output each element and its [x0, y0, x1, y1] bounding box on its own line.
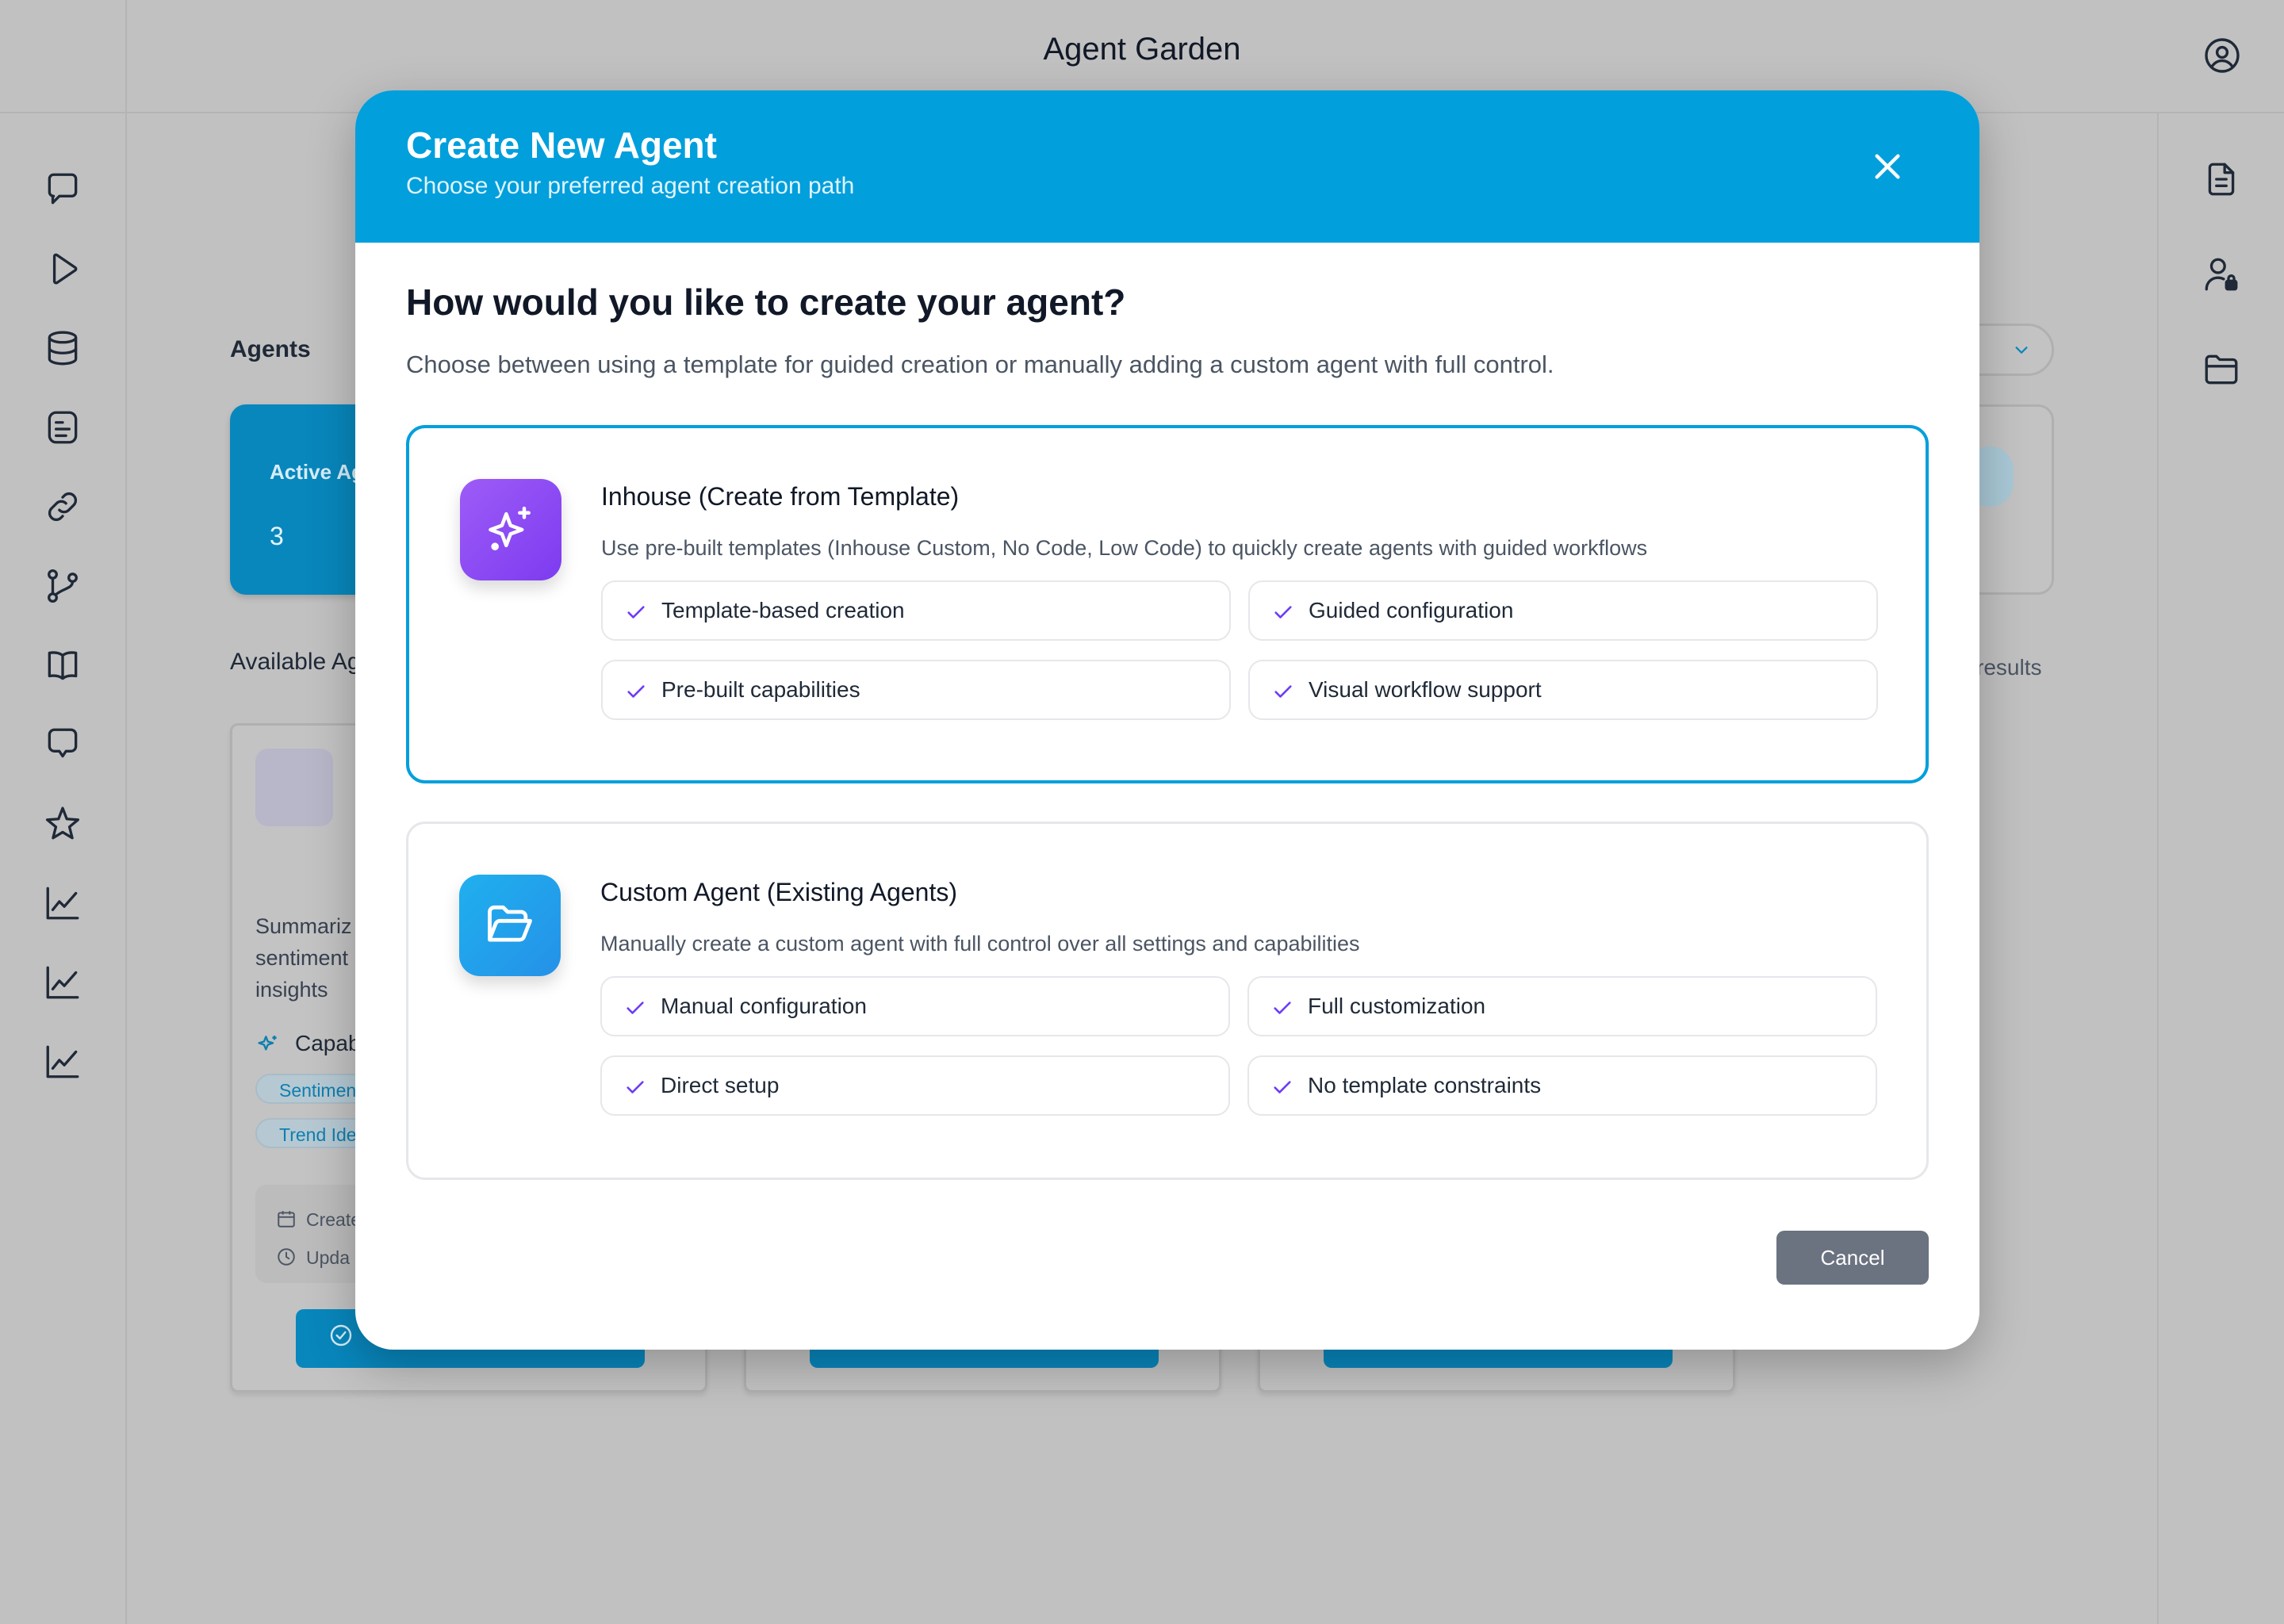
folder-open-icon: [488, 905, 532, 942]
chat-icon[interactable]: [43, 170, 82, 209]
document-icon[interactable]: [43, 408, 82, 447]
check-icon: [1274, 606, 1292, 619]
option-icon-tile: [459, 875, 561, 976]
git-branch-icon[interactable]: [43, 566, 82, 606]
create-agent-modal: Create New Agent Choose your preferred a…: [355, 90, 1979, 1350]
capabilities-text: Capab: [295, 1031, 361, 1055]
agent-description-line: insights: [255, 978, 328, 1002]
feature-label: No template constraints: [1308, 1073, 1542, 1097]
sparkles-icon: [258, 1036, 277, 1051]
feature-chip: Direct setup: [600, 1055, 1230, 1116]
chart-icon[interactable]: [43, 963, 82, 1002]
stat-label: Active Ag: [270, 460, 364, 484]
option-description: Use pre-built templates (Inhouse Custom,…: [601, 536, 1648, 560]
feature-chip: Pre-built capabilities: [601, 660, 1231, 720]
feature-chip: Manual configuration: [600, 976, 1230, 1036]
modal-intro: Choose between using a template for guid…: [406, 350, 1554, 378]
option-title: Inhouse (Create from Template): [601, 482, 960, 511]
feature-chip: No template constraints: [1247, 1055, 1877, 1116]
clock-icon: [278, 1248, 295, 1266]
app-title: Agent Garden: [1043, 32, 1241, 67]
check-icon: [627, 685, 645, 698]
user-lock-icon[interactable]: [2202, 255, 2241, 294]
feature-chip: Full customization: [1247, 976, 1877, 1036]
cancel-button[interactable]: Cancel: [1776, 1231, 1929, 1285]
feature-chip: Guided configuration: [1248, 580, 1878, 641]
feature-label: Direct setup: [661, 1073, 780, 1097]
chevron-down-icon: [2015, 347, 2028, 354]
calendar-icon: [278, 1211, 295, 1228]
feature-label: Visual workflow support: [1309, 677, 1542, 702]
account-icon[interactable]: [2203, 36, 2241, 75]
left-rail: [0, 113, 127, 1624]
play-icon[interactable]: [43, 249, 82, 289]
link-icon[interactable]: [43, 487, 82, 527]
agents-heading: Agents: [230, 336, 311, 362]
feature-chip: Visual workflow support: [1248, 660, 1878, 720]
star-icon[interactable]: [43, 804, 82, 844]
message-icon[interactable]: [43, 725, 82, 764]
check-icon: [627, 606, 645, 619]
option-icon-tile: [460, 479, 561, 580]
feature-label: Full customization: [1308, 994, 1486, 1018]
agent-description-line: sentiment: [255, 946, 349, 970]
agent-description: Summariz sentiment insights: [255, 910, 352, 1005]
modal-title: Create New Agent: [406, 124, 717, 166]
feature-label: Manual configuration: [661, 994, 867, 1018]
check-icon: [627, 1081, 644, 1094]
folder-icon[interactable]: [2202, 350, 2241, 389]
feature-label: Guided configuration: [1309, 598, 1514, 622]
option-title: Custom Agent (Existing Agents): [600, 878, 957, 906]
feature-chip: Template-based creation: [601, 580, 1231, 641]
modal-subtitle: Choose your preferred agent creation pat…: [406, 173, 855, 199]
modal-question: How would you like to create your agent?: [406, 282, 1126, 323]
check-circle-icon: [330, 1324, 352, 1346]
available-agents-heading: Available Ag: [230, 649, 361, 675]
book-icon[interactable]: [43, 645, 82, 685]
close-icon[interactable]: [1872, 151, 1903, 182]
chart-icon[interactable]: [43, 883, 82, 923]
feature-label: Template-based creation: [661, 598, 905, 622]
right-rail: [2157, 113, 2284, 1624]
check-icon: [1274, 1081, 1291, 1094]
modal-header: Create New Agent Choose your preferred a…: [355, 90, 1979, 243]
sparkles-icon: [489, 506, 531, 551]
option-description: Manually create a custom agent with full…: [600, 932, 1360, 956]
chart-icon[interactable]: [43, 1042, 82, 1082]
agent-avatar: [255, 749, 333, 826]
feature-label: Pre-built capabilities: [661, 677, 860, 702]
check-icon: [1274, 1002, 1291, 1014]
check-icon: [627, 1002, 644, 1014]
agent-description-line: Summariz: [255, 914, 352, 938]
database-icon[interactable]: [43, 328, 82, 368]
check-icon: [1274, 685, 1292, 698]
file-text-icon[interactable]: [2202, 159, 2241, 199]
option-inhouse-template[interactable]: Inhouse (Create from Template) Use pre-b…: [406, 425, 1929, 783]
option-custom-agent[interactable]: Custom Agent (Existing Agents) Manually …: [406, 822, 1929, 1180]
stat-value: 3: [270, 522, 284, 550]
results-count: results: [1976, 655, 2042, 680]
